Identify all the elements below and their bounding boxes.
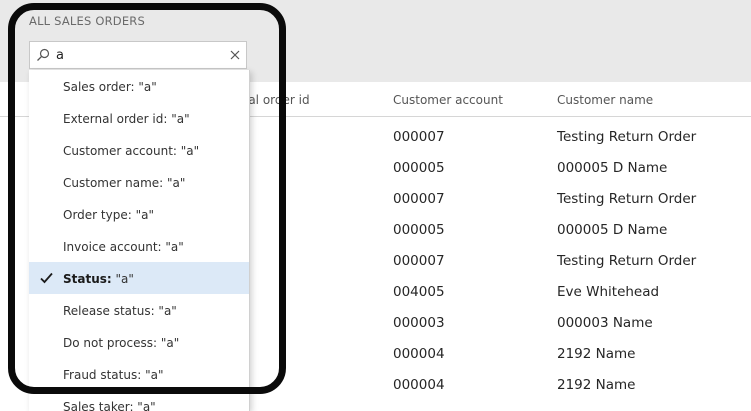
filter-option-query: "a" bbox=[111, 272, 134, 286]
filter-option-label: Do not process: "a" bbox=[63, 336, 180, 350]
filter-option-status[interactable]: Status: "a" bbox=[29, 262, 249, 294]
filter-option-label: Status: "a" bbox=[63, 272, 134, 286]
cell-customer-name: 000005 D Name bbox=[557, 160, 668, 176]
filter-option-customer-account[interactable]: Customer account: "a" bbox=[29, 134, 249, 166]
filter-option-order-type[interactable]: Order type: "a" bbox=[29, 198, 249, 230]
cell-customer-account: 000005 bbox=[393, 222, 445, 238]
column-header-customer-name[interactable]: Customer name bbox=[557, 93, 653, 107]
filter-option-invoice-account[interactable]: Invoice account: "a" bbox=[29, 230, 249, 262]
search-icon bbox=[37, 48, 50, 61]
cell-customer-name: Testing Return Order bbox=[557, 191, 697, 207]
cell-customer-account: 000005 bbox=[393, 160, 445, 176]
cell-customer-name: Testing Return Order bbox=[557, 253, 697, 269]
filter-option-sales-order[interactable]: Sales order: "a" bbox=[29, 70, 249, 102]
cell-customer-account: 000004 bbox=[393, 377, 445, 393]
filter-suggestions-dropdown: Sales order: "a" External order id: "a" … bbox=[29, 70, 250, 411]
cell-customer-name: 000005 D Name bbox=[557, 222, 668, 238]
cell-customer-account: 000007 bbox=[393, 191, 445, 207]
filter-option-field: Status: bbox=[63, 272, 112, 286]
cell-customer-name: 000003 Name bbox=[557, 315, 653, 331]
filter-option-label: Release status: "a" bbox=[63, 304, 177, 318]
close-icon[interactable] bbox=[228, 48, 242, 62]
filter-option-label: Invoice account: "a" bbox=[63, 240, 184, 254]
filter-option-fraud-status[interactable]: Fraud status: "a" bbox=[29, 358, 249, 390]
cell-customer-name: Eve Whitehead bbox=[557, 284, 660, 300]
filter-option-label: Fraud status: "a" bbox=[63, 368, 164, 382]
filter-option-label: Customer name: "a" bbox=[63, 176, 186, 190]
filter-option-label: Sales order: "a" bbox=[63, 80, 157, 94]
cell-customer-account: 000007 bbox=[393, 129, 445, 145]
filter-option-external-order-id[interactable]: External order id: "a" bbox=[29, 102, 249, 134]
checkmark-icon bbox=[40, 272, 53, 284]
filter-option-label: Sales taker: "a" bbox=[63, 400, 156, 411]
cell-customer-account: 000004 bbox=[393, 346, 445, 362]
filter-option-customer-name[interactable]: Customer name: "a" bbox=[29, 166, 249, 198]
filter-option-do-not-process[interactable]: Do not process: "a" bbox=[29, 326, 249, 358]
cell-customer-account: 004005 bbox=[393, 284, 445, 300]
cell-customer-name: 2192 Name bbox=[557, 377, 636, 393]
cell-customer-name: 2192 Name bbox=[557, 346, 636, 362]
filter-option-label: Customer account: "a" bbox=[63, 144, 200, 158]
filter-option-sales-taker[interactable]: Sales taker: "a" bbox=[29, 390, 249, 411]
cell-customer-account: 000007 bbox=[393, 253, 445, 269]
filter-option-label: External order id: "a" bbox=[63, 112, 190, 126]
page-title: ALL SALES ORDERS bbox=[29, 14, 145, 28]
cell-customer-name: Testing Return Order bbox=[557, 129, 697, 145]
search-box[interactable] bbox=[29, 41, 247, 69]
search-input[interactable] bbox=[56, 46, 216, 64]
column-header-customer-account[interactable]: Customer account bbox=[393, 93, 503, 107]
filter-option-release-status[interactable]: Release status: "a" bbox=[29, 294, 249, 326]
filter-option-label: Order type: "a" bbox=[63, 208, 154, 222]
cell-customer-account: 000003 bbox=[393, 315, 445, 331]
